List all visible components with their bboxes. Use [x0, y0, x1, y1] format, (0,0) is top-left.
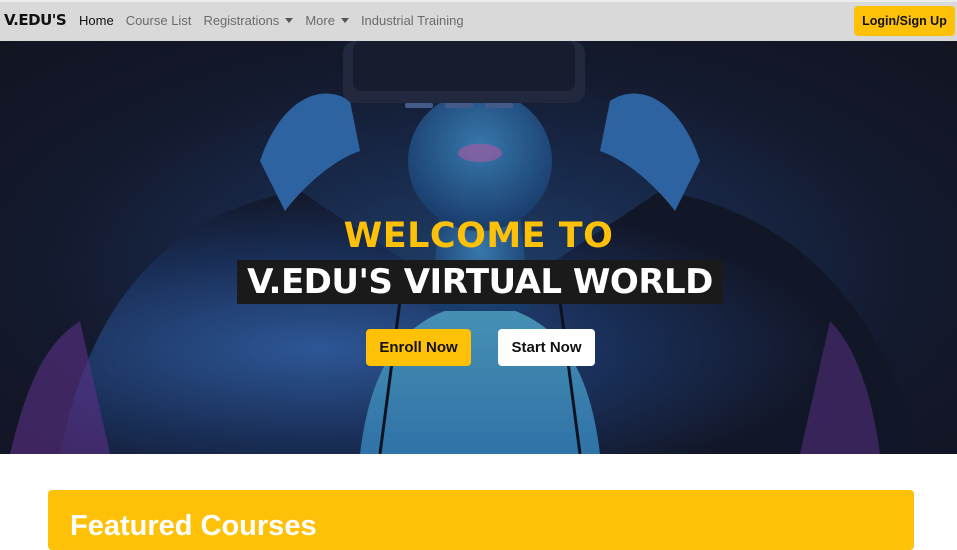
hero-headline-welcome: WELCOME TO	[343, 216, 614, 256]
featured-courses-title: Featured Courses	[70, 510, 317, 542]
start-now-button[interactable]: Start Now	[498, 329, 595, 366]
nav-link-home[interactable]: Home	[79, 13, 114, 28]
chevron-down-icon	[340, 18, 349, 23]
nav-dropdown-more-label: More	[305, 13, 335, 28]
login-signup-button[interactable]: Login/Sign Up	[854, 6, 955, 36]
nav-dropdown-more[interactable]: More	[305, 13, 349, 28]
featured-courses-section: Featured Courses	[48, 490, 914, 550]
enroll-now-button[interactable]: Enroll Now	[366, 329, 471, 366]
hero-headline-box: V.EDU'S VIRTUAL WORLD	[237, 260, 723, 304]
nav-dropdown-registrations-label: Registrations	[203, 13, 280, 28]
hero-headline-title: V.EDU'S VIRTUAL WORLD	[247, 262, 713, 302]
nav-dropdown-registrations[interactable]: Registrations	[203, 13, 294, 28]
brand-logo[interactable]: V.EDU'S	[4, 11, 67, 29]
nav-links: Home Course List Registrations More Indu…	[79, 13, 476, 28]
nav-link-industrial-training[interactable]: Industrial Training	[361, 13, 464, 28]
nav-link-course-list[interactable]: Course List	[126, 13, 192, 28]
top-navbar: V.EDU'S Home Course List Registrations M…	[0, 0, 957, 41]
chevron-down-icon	[285, 18, 294, 23]
